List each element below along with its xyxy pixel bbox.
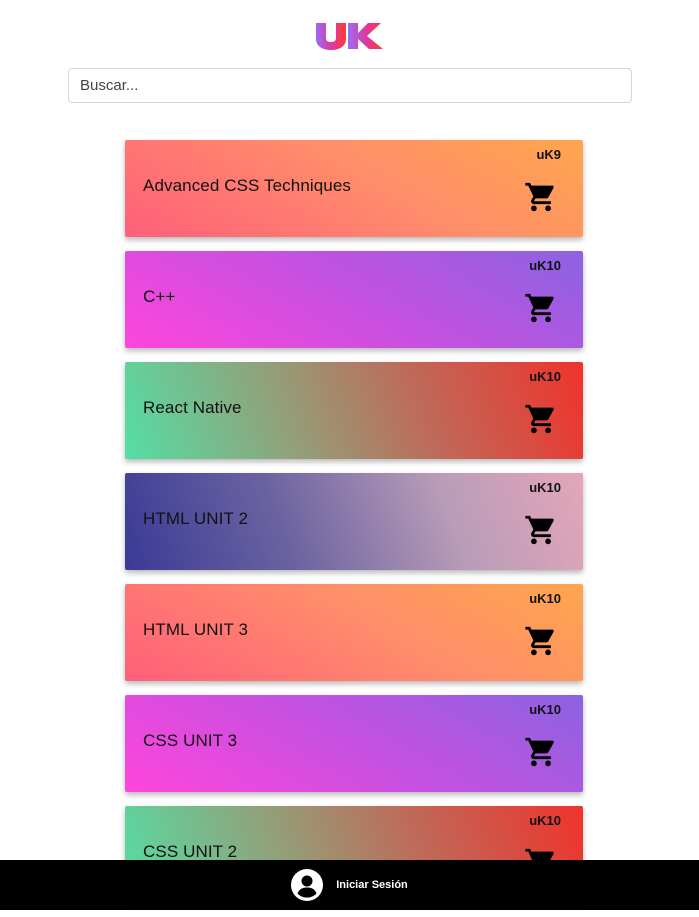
course-title: CSS UNIT 2 [143,842,238,861]
shopping-cart-icon[interactable] [524,402,558,436]
login-label: Iniciar Sesión [336,879,408,891]
course-price: uK10 [529,702,561,717]
course-title: Advanced CSS Techniques [143,176,352,195]
user-account-icon [291,869,324,901]
course-card[interactable]: Advanced CSS Techniques uK9 [125,140,583,237]
course-title: HTML UNIT 3 [143,620,249,639]
course-card[interactable]: CSS UNIT 3 uK10 [125,695,583,792]
course-card[interactable]: React Native uK10 [125,362,583,459]
course-price: uK10 [529,369,561,384]
uk-logo [316,23,383,50]
course-card[interactable]: C++ uK10 [125,251,583,348]
shopping-cart-icon[interactable] [524,513,558,547]
course-card[interactable]: HTML UNIT 2 uK10 [125,473,583,570]
shopping-cart-icon[interactable] [524,624,558,658]
course-title: HTML UNIT 2 [143,509,249,528]
bottom-bar: Iniciar Sesión [0,860,699,910]
shopping-cart-icon[interactable] [524,291,558,325]
course-title: CSS UNIT 3 [143,731,238,750]
search-input[interactable] [68,68,632,103]
shopping-cart-icon[interactable] [524,735,558,769]
course-price: uK10 [529,258,561,273]
course-price: uK10 [529,591,561,606]
course-price: uK9 [536,147,561,162]
course-price: uK10 [529,813,561,828]
shopping-cart-icon[interactable] [524,180,558,214]
course-list: Advanced CSS Techniques uK9 C++ uK10 Rea… [125,140,583,917]
course-price: uK10 [529,480,561,495]
course-title: React Native [143,398,242,417]
login-button[interactable]: Iniciar Sesión [291,869,408,901]
course-title: C++ [143,287,176,306]
course-card[interactable]: HTML UNIT 3 uK10 [125,584,583,681]
